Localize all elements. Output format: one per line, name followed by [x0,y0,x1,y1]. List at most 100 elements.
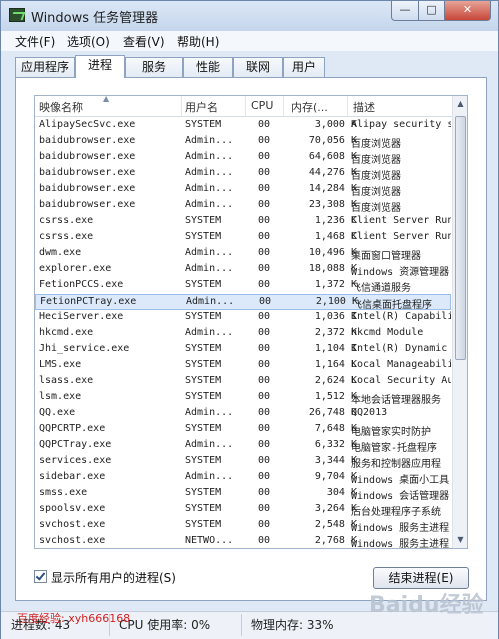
process-user: Admin... [185,439,234,450]
process-row[interactable]: Jhi_service.exe SYSTEM 00 1,104 K Intel(R) D… [35,342,451,358]
tab-users[interactable]: 用户 [283,57,325,77]
process-row[interactable]: svchost.exe NETWO... 00 2,768 K Windows 服务主进… [35,534,451,548]
process-row[interactable]: csrss.exe SYSTEM 00 1,468 K Client Server Ru… [35,230,451,246]
process-memory: 2,372 K [314,327,357,338]
end-process-button[interactable]: 结束进程(E) [373,567,469,589]
scroll-thumb[interactable] [455,116,466,360]
process-memory: 26,748 K [308,407,357,418]
process-user: SYSTEM [185,391,222,402]
show-all-users-label: 显示所有用户的进程(S) [51,571,176,585]
process-user: NETWO... [185,535,234,546]
process-row[interactable]: svchost.exe SYSTEM 00 2,548 K Windows 服务主进程 [35,518,451,534]
process-name: LMS.exe [39,359,82,370]
process-row[interactable]: LMS.exe SYSTEM 00 1,164 K Local Manageabili [35,358,451,374]
process-row[interactable]: csrss.exe SYSTEM 00 1,236 K Client Server Ru… [35,214,451,230]
process-row[interactable]: smss.exe SYSTEM 00 304 K Windows 会话管理器 [35,486,451,502]
process-row[interactable]: explorer.exe Admin... 00 18,088 K Windows 资源… [35,262,451,278]
process-cpu: 00 [257,391,271,402]
process-cpu: 00 [257,359,271,370]
process-description: 百度浏览器 [351,203,401,214]
process-row[interactable]: FetionPCCS.exe SYSTEM 00 1,372 K 飞信通道服务 [35,278,451,294]
close-button[interactable]: ✕ [444,1,491,21]
maximize-button[interactable]: □ [418,1,445,21]
process-name: FetionPCTray.exe [40,296,137,307]
process-row[interactable]: QQPCTray.exe Admin... 00 6,332 K 电脑管家-托盘程序 [35,438,451,454]
process-row[interactable]: baidubrowser.exe Admin... 00 14,284 K 百度浏览器 [35,182,451,198]
process-user: SYSTEM [185,423,222,434]
process-description: 后台处理程序子系统 [351,507,441,518]
process-row[interactable]: hkcmd.exe Admin... 00 2,372 Khkcmd Module [35,326,451,342]
column-divider[interactable] [347,96,348,116]
process-memory: 7,648 K [314,423,357,434]
process-memory: 2,548 K [314,519,357,530]
show-all-users-option[interactable]: 显示所有用户的进程(S) [34,569,176,586]
process-row[interactable]: spoolsv.exe SYSTEM 00 3,264 K 后台处理程序子系统 [35,502,451,518]
menu-help[interactable]: 帮助(H) [177,33,219,50]
column-divider[interactable] [283,96,284,116]
process-row[interactable]: baidubrowser.exe Admin... 00 44,276 K 百度浏览器 [35,166,451,182]
column-image-name[interactable]: 映像名称 [39,99,83,115]
process-memory: 70,056 K [308,135,357,146]
process-description: 百度浏览器 [351,171,401,182]
tab-processes[interactable]: 进程 [75,55,125,78]
process-name: dwm.exe [39,247,82,258]
process-row[interactable]: FetionPCTray.exe Admin... 00 2,100 K 飞信桌面托盘程… [35,294,451,311]
process-cpu: 00 [257,423,271,434]
column-divider[interactable] [181,96,182,116]
scroll-down-icon[interactable]: ▼ [453,532,467,548]
process-row[interactable]: sidebar.exe Admin... 00 9,704 K Windows 桌面小工… [35,470,451,486]
scroll-up-icon[interactable]: ▲ [453,96,467,112]
process-name: explorer.exe [39,263,112,274]
tab-networking[interactable]: 联网 [233,57,283,77]
process-memory: 9,704 K [314,471,357,482]
process-name: QQ.exe [39,407,76,418]
process-row[interactable]: QQ.exe Admin... 00 26,748 K QQ2013 [35,406,451,422]
process-cpu: 00 [257,487,271,498]
menu-options[interactable]: 选项(O) [67,33,110,50]
process-user: Admin... [185,167,234,178]
show-all-users-checkbox[interactable] [34,570,47,583]
column-user-name[interactable]: 用户名 [185,99,218,115]
process-row[interactable]: lsm.exe SYSTEM 00 1,512 K 本地会话管理器服务 [35,390,451,406]
minimize-button[interactable]: — [391,1,419,21]
process-cpu: 00 [257,311,271,322]
process-row[interactable]: baidubrowser.exe Admin... 00 23,308 K 百度浏览器 [35,198,451,214]
process-cpu: 00 [257,519,271,530]
process-row[interactable]: baidubrowser.exe Admin... 00 70,056 K 百度浏览器 [35,134,451,150]
process-row[interactable]: services.exe SYSTEM 00 3,344 K 服务和控制器应用程 [35,454,451,470]
process-user: Admin... [185,407,234,418]
process-name: baidubrowser.exe [39,135,136,146]
process-memory: 64,608 K [308,151,357,162]
process-description: 百度浏览器 [351,155,401,166]
tab-services[interactable]: 服务 [125,57,183,77]
process-cpu: 00 [257,215,271,226]
process-row[interactable]: AlipaySecSvc.exe SYSTEM 00 3,000 K Alipay se… [35,118,451,134]
column-cpu[interactable]: CPU [251,99,273,112]
column-description[interactable]: 描述 [353,99,375,115]
process-cpu: 00 [257,247,271,258]
process-list[interactable]: 映像名称 ▲ 用户名 CPU 内存(... 描述 AlipaySecSvc.ex… [34,95,468,549]
process-name: baidubrowser.exe [39,151,136,162]
process-row[interactable]: dwm.exe Admin... 00 10,496 K 桌面窗口管理器 [35,246,451,262]
tab-performance[interactable]: 性能 [183,57,233,77]
column-divider[interactable] [245,96,246,116]
process-memory: 304 K [326,487,357,498]
process-row[interactable]: baidubrowser.exe Admin... 00 64,608 K 百度浏览器 [35,150,451,166]
process-description: Intel(R) Capabili [351,311,451,322]
process-row[interactable]: HeciServer.exe SYSTEM 00 1,036 K Intel(R) Ca… [35,310,451,326]
process-memory: 2,768 K [314,535,357,546]
process-memory: 1,036 K [314,311,357,322]
menu-file[interactable]: 文件(F) [15,33,55,50]
process-description: 飞信通道服务 [351,283,411,294]
process-row[interactable]: QQPCRTP.exe SYSTEM 00 7,648 K 电脑管家实时防护 [35,422,451,438]
menu-view[interactable]: 查看(V) [123,33,165,50]
process-row[interactable]: lsass.exe SYSTEM 00 2,624 K Local Security A… [35,374,451,390]
vertical-scrollbar[interactable]: ▲ ▼ [452,96,467,548]
process-user: SYSTEM [185,119,222,130]
process-name: hkcmd.exe [39,327,94,338]
process-user: Admin... [185,151,234,162]
tab-applications[interactable]: 应用程序 [15,57,75,77]
title-bar[interactable]: Windows 任务管理器 — □ ✕ [1,1,498,31]
process-cpu: 00 [257,503,271,514]
column-memory[interactable]: 内存(... [291,99,328,115]
